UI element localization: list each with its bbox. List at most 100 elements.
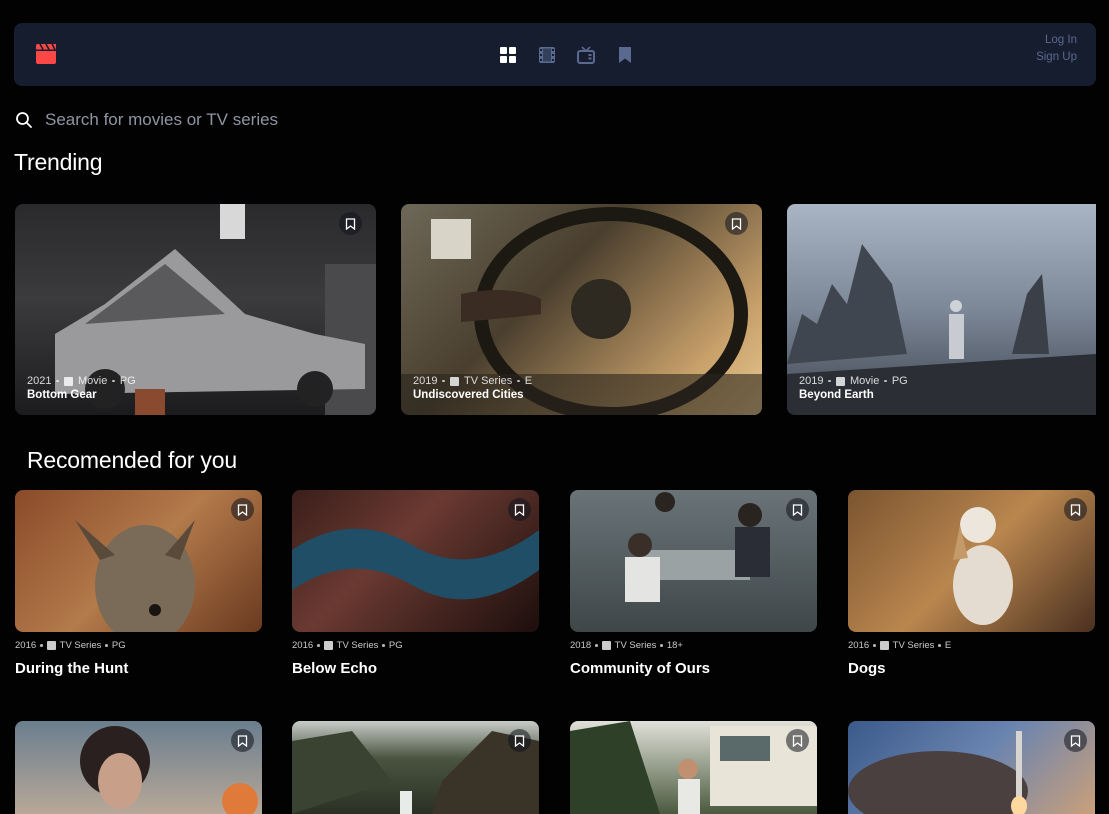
card-title: During the Hunt: [15, 660, 129, 677]
bookmark-button[interactable]: [1064, 498, 1087, 521]
bookmark-icon: [345, 217, 356, 230]
bookmark-icon[interactable]: [616, 46, 634, 64]
card-title: Dogs: [848, 660, 886, 677]
card-rating: PG: [119, 375, 136, 387]
film-icon: [63, 376, 73, 386]
portrait-thumbnail: [80, 726, 258, 814]
bookmark-button[interactable]: [231, 729, 254, 752]
separator-dot: [56, 379, 59, 383]
card-meta: 2016 TV Series E: [848, 640, 951, 651]
trending-card[interactable]: 2019 TV Series E Undiscovered Cities: [401, 204, 762, 415]
recommended-card[interactable]: [848, 721, 1095, 814]
search-bar: [15, 105, 615, 135]
card-title: Beyond Earth: [799, 389, 874, 401]
recommended-card[interactable]: [15, 721, 262, 814]
bookmark-button[interactable]: [339, 212, 362, 235]
card-title: Below Echo: [292, 660, 378, 677]
card-meta: 2018 TV Series 18+: [570, 640, 683, 651]
bookmark-icon: [514, 734, 525, 747]
film-icon[interactable]: [538, 46, 556, 64]
card-title: Bottom Gear: [27, 389, 97, 401]
auth-links: Log In Sign Up: [1036, 32, 1077, 66]
card-year: 2019: [413, 375, 438, 387]
trending-card[interactable]: 2021 Movie PG Bottom Gear: [15, 204, 376, 415]
bookmark-button[interactable]: [1064, 729, 1087, 752]
separator-dot: [317, 644, 320, 647]
tv-icon: [601, 641, 611, 650]
trending-card[interactable]: 2019 Movie PG Beyond Earth: [787, 204, 1096, 415]
separator-dot: [112, 379, 115, 383]
separator-dot: [595, 644, 598, 647]
card-title: Undiscovered Cities: [413, 389, 524, 401]
top-nav: Log In Sign Up: [14, 23, 1096, 86]
nav-icon-group: [499, 46, 634, 64]
card-year: 2016: [292, 640, 314, 651]
search-input[interactable]: [45, 110, 585, 130]
bookmark-icon: [237, 503, 248, 516]
trending-heading: Trending: [14, 149, 103, 175]
separator-dot: [382, 644, 385, 647]
bookmark-button[interactable]: [786, 498, 809, 521]
signup-link[interactable]: Sign Up: [1036, 49, 1077, 66]
card-year: 2019: [799, 375, 824, 387]
bookmark-icon: [792, 734, 803, 747]
dog-thumbnail: [953, 507, 1013, 625]
recommended-heading: Recomended for you: [27, 447, 237, 473]
recommended-card[interactable]: [570, 490, 817, 632]
tv-icon: [449, 376, 459, 386]
card-rating: PG: [891, 375, 908, 387]
bookmark-icon: [1070, 734, 1081, 747]
grid-icon[interactable]: [499, 46, 517, 64]
card-rating: PG: [388, 640, 403, 651]
bookmark-button[interactable]: [508, 498, 531, 521]
clapperboard-icon[interactable]: [34, 43, 58, 64]
separator-dot: [660, 644, 663, 647]
recommended-card[interactable]: [848, 490, 1095, 632]
people-table-thumbnail: [625, 492, 770, 602]
card-category: TV Series: [463, 375, 513, 387]
tv-icon[interactable]: [577, 46, 595, 64]
card-meta: 2019 Movie PG: [799, 375, 908, 387]
tv-icon: [46, 641, 56, 650]
login-link[interactable]: Log In: [1036, 32, 1077, 49]
separator-dot: [442, 379, 445, 383]
deer-thumbnail: [75, 520, 195, 632]
card-category: TV Series: [892, 640, 935, 651]
bookmark-icon: [731, 217, 742, 230]
card-title: Community of Ours: [570, 660, 711, 677]
recommended-card[interactable]: [570, 721, 817, 814]
card-meta: 2016 TV Series PG: [292, 640, 403, 651]
recommended-card[interactable]: [292, 721, 539, 814]
bookmark-button[interactable]: [231, 498, 254, 521]
van-thumbnail: [570, 721, 817, 814]
bookmark-icon: [237, 734, 248, 747]
bookmark-button[interactable]: [786, 729, 809, 752]
card-meta: 2016 TV Series PG: [15, 640, 126, 651]
bookmark-icon: [792, 503, 803, 516]
card-rating: E: [524, 375, 533, 387]
card-category: Movie: [849, 375, 880, 387]
card-meta: 2021 Movie PG: [27, 375, 136, 387]
bookmark-icon: [1070, 503, 1081, 516]
card-meta: 2019 TV Series E: [413, 375, 532, 387]
rocket-thumbnail: [848, 731, 1028, 814]
separator-dot: [828, 379, 831, 383]
card-category: TV Series: [336, 640, 379, 651]
search-icon: [16, 112, 32, 128]
separator-dot: [884, 379, 887, 383]
separator-dot: [873, 644, 876, 647]
bookmark-icon: [514, 503, 525, 516]
card-year: 2018: [570, 640, 592, 651]
recommended-card[interactable]: [292, 490, 539, 632]
card-category: Movie: [77, 375, 108, 387]
card-year: 2016: [15, 640, 37, 651]
bookmark-button[interactable]: [508, 729, 531, 752]
separator-dot: [517, 379, 520, 383]
card-rating: E: [944, 640, 952, 651]
film-icon: [835, 376, 845, 386]
bookmark-button[interactable]: [725, 212, 748, 235]
card-rating: PG: [111, 640, 126, 651]
waterfall-thumbnail: [292, 731, 539, 814]
recommended-card[interactable]: [15, 490, 262, 632]
card-year: 2021: [27, 375, 52, 387]
